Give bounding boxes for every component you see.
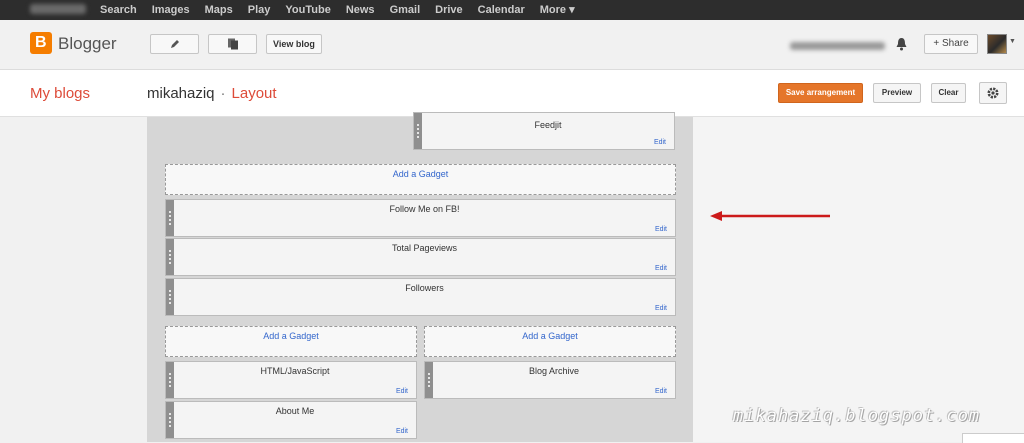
google-links: Search Images Maps Play YouTube News Gma… xyxy=(100,0,590,20)
preview-button[interactable]: Preview xyxy=(873,83,921,103)
watermark: mikahaziq.blogspot.com xyxy=(733,406,981,426)
gadget-html-javascript[interactable]: HTML/JavaScript Edit xyxy=(165,361,417,399)
google-bar: Search Images Maps Play YouTube News Gma… xyxy=(0,0,1024,20)
link-youtube[interactable]: YouTube xyxy=(285,0,330,20)
add-gadget-right[interactable]: Add a Gadget xyxy=(424,326,676,357)
link-images[interactable]: Images xyxy=(152,0,190,20)
gadget-title: About Me xyxy=(275,406,315,416)
new-post-button[interactable] xyxy=(150,34,199,54)
gadget-title: HTML/JavaScript xyxy=(260,366,330,376)
link-drive[interactable]: Drive xyxy=(435,0,463,20)
drag-handle[interactable] xyxy=(425,362,433,398)
blurred-email xyxy=(790,42,885,50)
copy-pages-icon xyxy=(227,38,238,50)
bell-icon[interactable] xyxy=(895,37,908,51)
gadget-title: Followers xyxy=(405,283,444,293)
gadget-edit-link[interactable]: Edit xyxy=(655,388,667,395)
gear-icon xyxy=(987,87,999,99)
link-play[interactable]: Play xyxy=(248,0,271,20)
gadget-feedjit[interactable]: Feedjit Edit xyxy=(413,112,675,150)
link-gmail[interactable]: Gmail xyxy=(390,0,421,20)
layout-toolbar: My blogs mikahaziq · Layout Save arrangeme… xyxy=(0,70,1024,117)
drag-handle[interactable] xyxy=(166,279,174,315)
gadget-title: Blog Archive xyxy=(528,366,580,376)
gadget-followers[interactable]: Followers Edit xyxy=(165,278,676,316)
right-empty-area xyxy=(693,117,1024,442)
link-maps[interactable]: Maps xyxy=(205,0,233,20)
gadget-title: Follow Me on FB! xyxy=(389,204,460,214)
my-blogs-link[interactable]: My blogs xyxy=(30,85,90,102)
gadget-about-me[interactable]: About Me Edit xyxy=(165,401,417,439)
gadget-blog-archive[interactable]: Blog Archive Edit xyxy=(424,361,676,399)
settings-button[interactable] xyxy=(979,82,1007,104)
pencil-icon xyxy=(170,40,179,48)
red-arrow-icon xyxy=(710,211,830,221)
drag-handle[interactable] xyxy=(166,200,174,236)
breadcrumb: mikahaziq · Layout xyxy=(147,85,277,102)
gadget-edit-link[interactable]: Edit xyxy=(655,265,667,272)
save-arrangement-button[interactable]: Save arrangement xyxy=(778,83,863,103)
link-calendar[interactable]: Calendar xyxy=(478,0,525,20)
gadget-title: Feedjit xyxy=(534,120,562,130)
gadget-edit-link[interactable]: Edit xyxy=(655,305,667,312)
breadcrumb-separator: · xyxy=(220,85,226,102)
drag-handle[interactable] xyxy=(166,402,174,438)
gadget-edit-link[interactable]: Edit xyxy=(654,139,666,146)
add-gadget-main[interactable]: Add a Gadget xyxy=(165,164,676,195)
chevron-down-icon[interactable]: ▼ xyxy=(1009,38,1016,45)
gadget-edit-link[interactable]: Edit xyxy=(396,388,408,395)
drag-handle[interactable] xyxy=(166,239,174,275)
add-gadget-left[interactable]: Add a Gadget xyxy=(165,326,417,357)
link-search[interactable]: Search xyxy=(100,0,137,20)
page-title: Layout xyxy=(231,85,277,102)
gadget-follow-fb[interactable]: Follow Me on FB! Edit xyxy=(165,199,676,237)
drag-handle[interactable] xyxy=(166,362,174,398)
posts-list-button[interactable] xyxy=(208,34,257,54)
gadget-total-pageviews[interactable]: Total Pageviews Edit xyxy=(165,238,676,276)
view-blog-button[interactable]: View blog xyxy=(266,34,322,54)
drag-handle[interactable] xyxy=(414,113,422,149)
link-news[interactable]: News xyxy=(346,0,375,20)
blurred-username xyxy=(30,4,86,14)
gadget-title: Total Pageviews xyxy=(391,243,458,253)
logo-text[interactable]: Blogger xyxy=(58,34,117,54)
blogger-logo-icon[interactable]: B xyxy=(30,32,52,54)
gadget-edit-link[interactable]: Edit xyxy=(655,226,667,233)
gadget-edit-link[interactable]: Edit xyxy=(396,428,408,435)
share-button[interactable]: + Share xyxy=(924,34,978,54)
avatar[interactable] xyxy=(987,34,1007,54)
blog-name: mikahaziq xyxy=(147,85,215,102)
clear-button[interactable]: Clear xyxy=(931,83,966,103)
blogger-header: B Blogger View blog + Share ▼ xyxy=(0,20,1024,70)
link-more[interactable]: More ▾ xyxy=(540,0,575,20)
